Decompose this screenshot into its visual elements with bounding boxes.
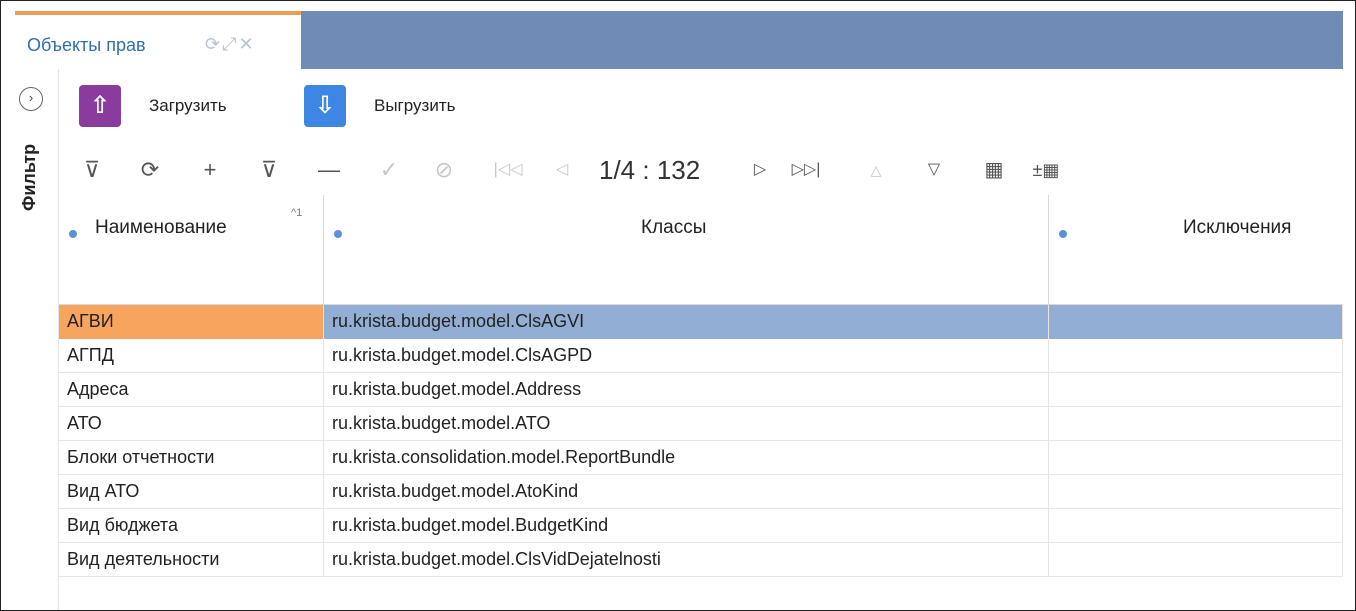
column-menu-icon[interactable]: [1059, 230, 1067, 238]
expand-icon[interactable]: ⤢: [222, 34, 238, 54]
tab-controls: ⟳⤢✕: [205, 34, 256, 55]
chevron-right-circle-icon[interactable]: ›: [19, 87, 43, 111]
refresh-icon[interactable]: ⟳: [133, 153, 167, 187]
cell-name[interactable]: Вид бюджета: [59, 509, 324, 543]
app-window: Объекты прав ⟳⤢✕ › Фильтр ⇧ Загрузить ⇩ …: [0, 0, 1356, 611]
next-page-icon[interactable]: ▷: [743, 153, 777, 187]
cell-name[interactable]: Вид АТО: [59, 475, 324, 509]
cell-class[interactable]: ru.krista.budget.model.BudgetKind: [324, 509, 1049, 543]
table-row[interactable]: Адреса ru.krista.budget.model.Address: [59, 373, 1343, 407]
upload-label: Загрузить: [149, 96, 227, 115]
cell-name[interactable]: Вид деятельности: [59, 543, 324, 577]
filter-label[interactable]: Фильтр: [19, 121, 49, 211]
filter-icon[interactable]: ⊽: [75, 153, 109, 187]
table-row[interactable]: АГПД ru.krista.budget.model.ClsAGPD: [59, 339, 1343, 373]
column-header-label: Наименование: [95, 217, 227, 238]
column-menu-icon[interactable]: [334, 230, 342, 238]
table-row[interactable]: Вид деятельности ru.krista.budget.model.C…: [59, 543, 1343, 577]
upload-arrow-icon: ⇧: [79, 85, 121, 127]
cell-exceptions[interactable]: [1049, 339, 1343, 373]
close-icon[interactable]: ✕: [239, 34, 256, 54]
cell-class[interactable]: ru.krista.budget.model.AtoKind: [324, 475, 1049, 509]
cell-name[interactable]: Блоки отчетности: [59, 441, 324, 475]
cell-exceptions[interactable]: [1049, 407, 1343, 441]
column-menu-icon[interactable]: [69, 230, 77, 238]
confirm-icon[interactable]: ✓: [372, 153, 406, 187]
column-header-exceptions[interactable]: Исключения: [1049, 195, 1343, 305]
tab-title[interactable]: Объекты прав: [27, 35, 146, 56]
cell-name[interactable]: АТО: [59, 407, 324, 441]
filter-row-icon[interactable]: ⊽: [252, 153, 286, 187]
cell-exceptions[interactable]: [1049, 373, 1343, 407]
cell-class[interactable]: ru.krista.budget.model.ATO: [324, 407, 1049, 441]
cell-exceptions[interactable]: [1049, 475, 1343, 509]
cell-name[interactable]: АГПД: [59, 339, 324, 373]
cell-name[interactable]: Адреса: [59, 373, 324, 407]
group-icon[interactable]: ±▦: [1029, 153, 1063, 187]
table-row[interactable]: Вид бюджета ru.krista.budget.model.Budget…: [59, 509, 1343, 543]
data-grid: Наименование ^1 Классы Исключения АГВИ ru…: [59, 195, 1343, 610]
first-page-icon[interactable]: |◁◁: [491, 153, 525, 187]
cell-class[interactable]: ru.krista.budget.model.ClsVidDejatelnost…: [324, 543, 1049, 577]
upload-button[interactable]: ⇧ Загрузить: [79, 83, 227, 129]
last-page-icon[interactable]: ▷▷|: [789, 153, 823, 187]
table-row[interactable]: АГВИ ru.krista.budget.model.ClsAGVI: [59, 305, 1343, 339]
add-icon[interactable]: +: [193, 153, 227, 187]
refresh-icon[interactable]: ⟳: [205, 34, 222, 54]
download-label: Выгрузить: [374, 96, 456, 115]
table-row[interactable]: АТО ru.krista.budget.model.ATO: [59, 407, 1343, 441]
cell-exceptions[interactable]: [1049, 543, 1343, 577]
cell-exceptions[interactable]: [1049, 305, 1343, 339]
download-button[interactable]: ⇩ Выгрузить: [304, 83, 455, 129]
column-header-classes[interactable]: Классы: [324, 195, 1049, 305]
remove-icon[interactable]: —: [312, 153, 346, 187]
cell-class[interactable]: ru.krista.consolidation.model.ReportBund…: [324, 441, 1049, 475]
tab-strip: Объекты прав ⟳⤢✕: [15, 11, 1343, 69]
grid-toolbar: ⊽ ⟳ + ⊽ — ✓ ⊘ |◁◁ ◁ 1/4 : 132 ▷ ▷▷| △ ▽ …: [67, 149, 1347, 195]
cell-class[interactable]: ru.krista.budget.model.ClsAGVI: [324, 305, 1049, 339]
columns-icon[interactable]: ▦: [977, 153, 1011, 187]
cancel-icon[interactable]: ⊘: [427, 153, 461, 187]
cell-exceptions[interactable]: [1049, 509, 1343, 543]
filter-panel: › Фильтр: [15, 69, 59, 610]
sort-down-icon[interactable]: ▽: [917, 153, 951, 187]
table-row[interactable]: Блоки отчетности ru.krista.consolidation.…: [59, 441, 1343, 475]
sort-indicator: ^1: [291, 207, 303, 219]
sort-up-icon[interactable]: △: [859, 153, 893, 187]
cell-name[interactable]: АГВИ: [59, 305, 324, 339]
column-header-label: Исключения: [1183, 217, 1292, 238]
cell-class[interactable]: ru.krista.budget.model.Address: [324, 373, 1049, 407]
tab-objects-rights[interactable]: Объекты прав ⟳⤢✕: [15, 11, 301, 69]
download-arrow-icon: ⇩: [304, 85, 346, 127]
cell-class[interactable]: ru.krista.budget.model.ClsAGPD: [324, 339, 1049, 373]
prev-page-icon[interactable]: ◁: [545, 153, 579, 187]
column-header-label: Классы: [641, 217, 707, 238]
column-header-name[interactable]: Наименование ^1: [59, 195, 324, 305]
table-row[interactable]: Вид АТО ru.krista.budget.model.AtoKind: [59, 475, 1343, 509]
cell-exceptions[interactable]: [1049, 441, 1343, 475]
